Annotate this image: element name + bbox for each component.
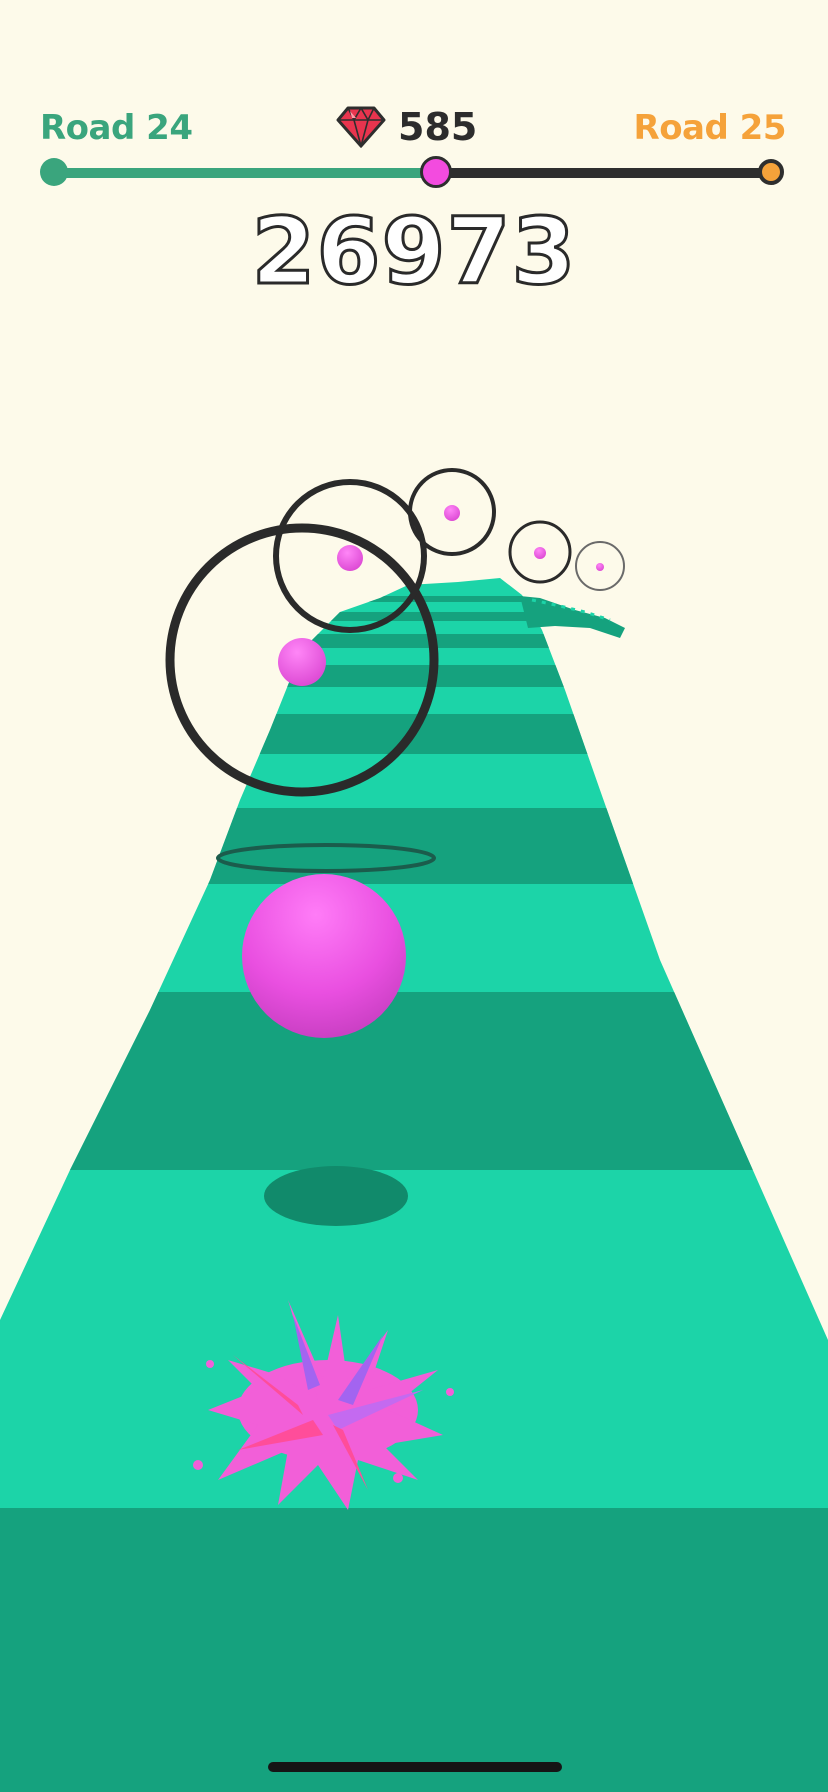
player-ball[interactable] <box>242 874 406 1038</box>
target-ball-4 <box>534 547 546 559</box>
progress-end-marker <box>758 159 784 185</box>
ring-2 <box>273 479 427 633</box>
level-progress-fill <box>54 168 436 178</box>
progress-position-marker <box>419 156 452 188</box>
level-progress-bar <box>54 168 774 178</box>
target-ball-5 <box>596 563 604 571</box>
gem-icon <box>336 106 386 148</box>
ring-3 <box>408 468 496 556</box>
score: 26973 <box>250 197 577 307</box>
next-road-label: Road 25 <box>633 108 787 148</box>
ring-5 <box>575 541 625 591</box>
ring-4 <box>508 520 572 584</box>
current-road-label: Road 24 <box>40 108 193 148</box>
road <box>0 578 828 1792</box>
gem-count: 585 <box>398 105 478 149</box>
home-indicator[interactable] <box>268 1762 562 1772</box>
target-ball-1 <box>278 638 326 686</box>
target-ball-2 <box>337 545 363 571</box>
gem-counter: 585 <box>336 104 477 150</box>
progress-start-marker <box>40 158 68 186</box>
ball-shadow <box>264 1166 408 1226</box>
target-ball-3 <box>444 505 460 521</box>
